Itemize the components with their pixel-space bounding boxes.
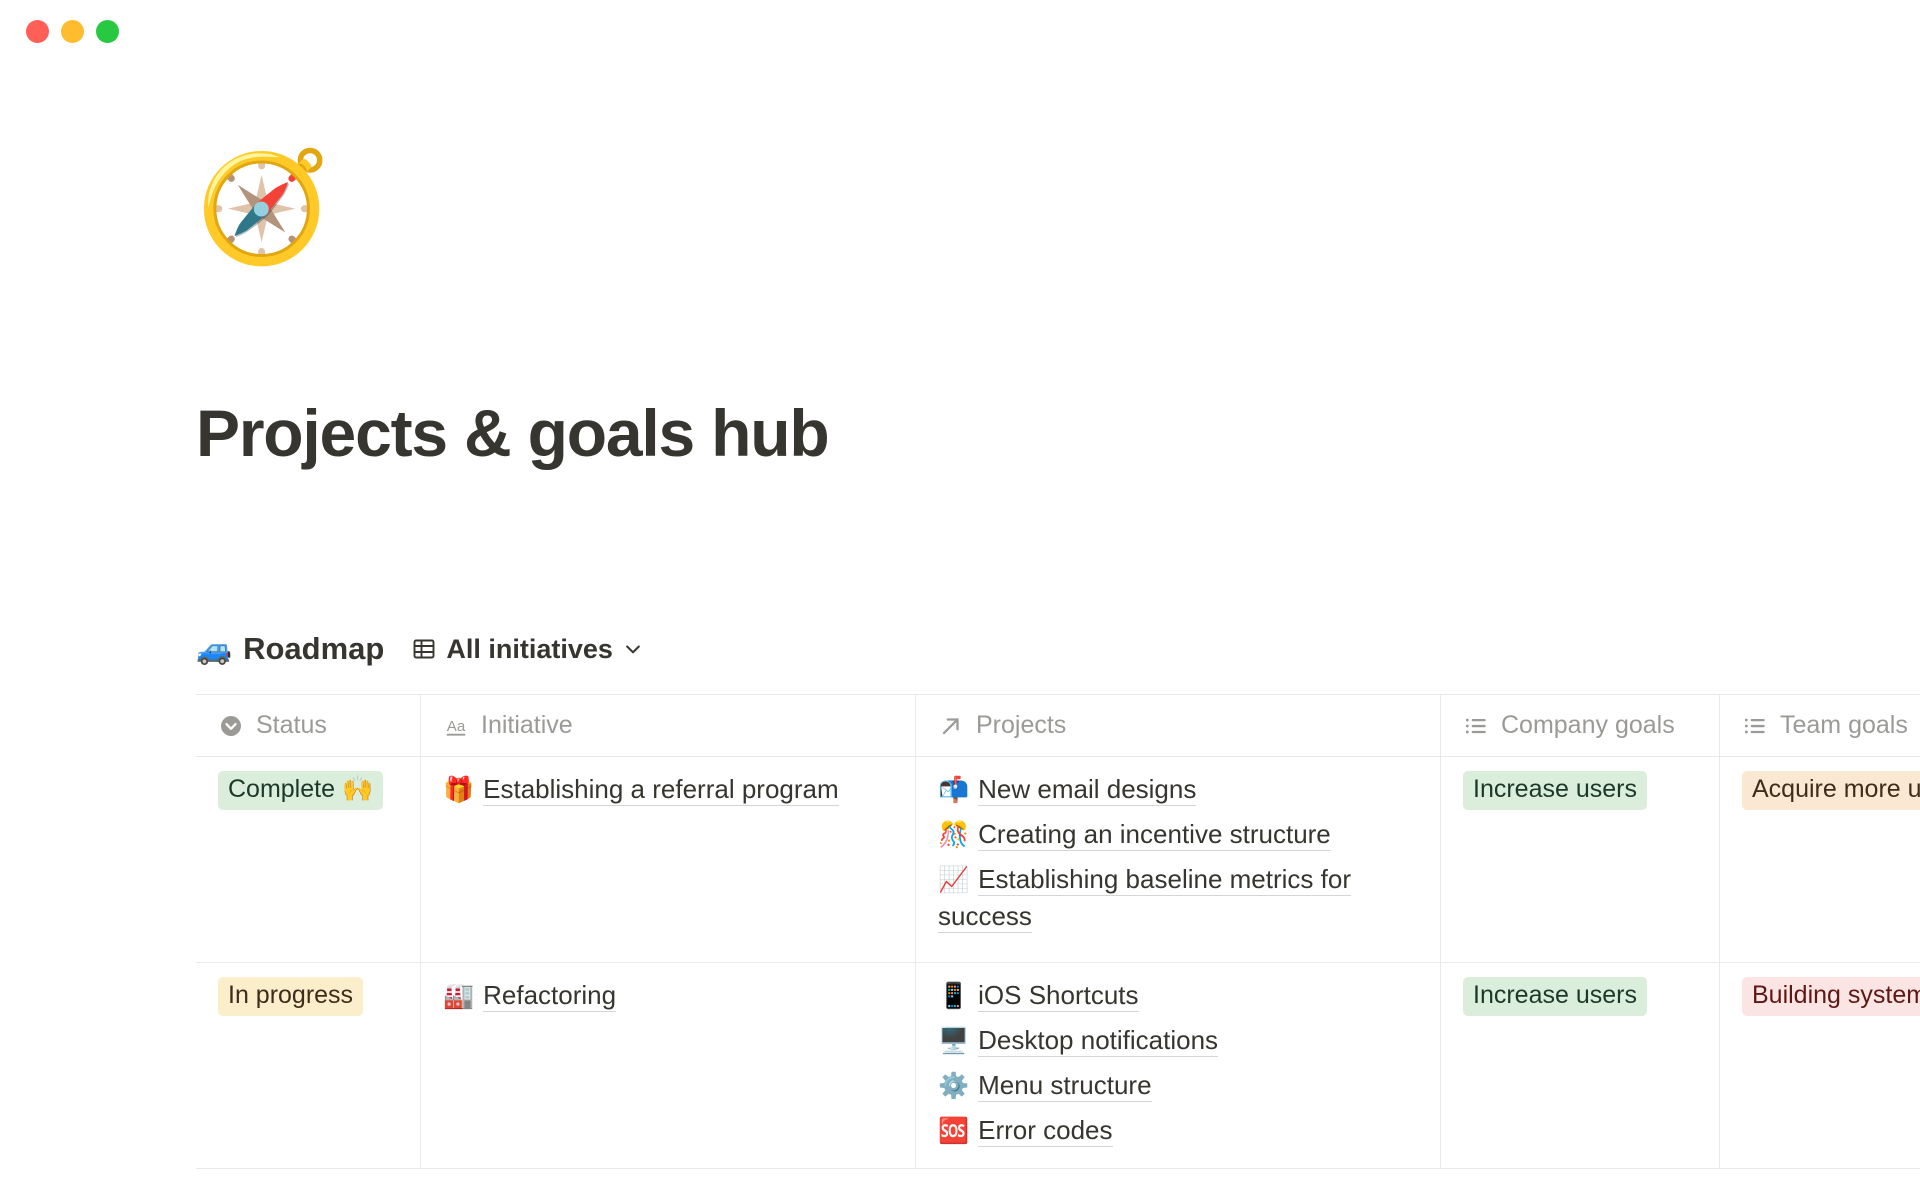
project-link[interactable]: 📬 New email designs — [938, 771, 1420, 808]
cell-status[interactable]: Complete 🙌 — [196, 757, 421, 962]
cell-company-goals[interactable]: Increase users — [1441, 963, 1720, 1168]
project-label: Establishing baseline metrics for succes… — [938, 864, 1351, 933]
tab-label: All initiatives — [446, 634, 613, 665]
view-title[interactable]: 🚙 Roadmap — [196, 631, 384, 667]
initiative-link[interactable]: 🎁 Establishing a referral program — [443, 771, 895, 808]
table-row: Complete 🙌 🎁 Establishing a referral prog… — [196, 757, 1920, 963]
column-header-label: Initiative — [481, 711, 573, 740]
view-title-label: Roadmap — [243, 631, 384, 667]
cell-projects[interactable]: 📬 New email designs 🎊 Creating an incentiv… — [916, 757, 1441, 962]
column-header-initiative[interactable]: Aa Initiative — [421, 695, 916, 756]
sos-icon: 🆘 — [938, 1116, 969, 1145]
project-link[interactable]: 📈Establishing baseline metrics for succe… — [938, 861, 1420, 935]
column-header-label: Team goals — [1780, 711, 1908, 740]
company-goal-badge: Increase users — [1463, 977, 1647, 1016]
gift-icon: 🎁 — [443, 775, 474, 804]
cell-initiative[interactable]: 🏭 Refactoring — [421, 963, 916, 1168]
page-content: 🧭 Projects & goals hub 🚙 Roadmap All ini… — [0, 62, 1920, 1200]
factory-icon: 🏭 — [443, 981, 474, 1010]
column-header-projects[interactable]: Projects — [916, 695, 1441, 756]
status-icon — [218, 713, 244, 739]
cell-status[interactable]: In progress — [196, 963, 421, 1168]
project-label: Desktop notifications — [978, 1025, 1218, 1057]
mobile-phone-icon: 📱 — [938, 981, 969, 1010]
column-header-team-goals[interactable]: Team goals — [1720, 695, 1920, 756]
project-link[interactable]: 📱 iOS Shortcuts — [938, 977, 1420, 1014]
status-badge: Complete 🙌 — [218, 771, 383, 810]
column-header-label: Projects — [976, 711, 1066, 740]
chart-increasing-icon: 📈 — [938, 865, 969, 894]
gear-icon: ⚙️ — [938, 1071, 969, 1100]
project-link[interactable]: 🆘 Error codes — [938, 1112, 1420, 1149]
cell-company-goals[interactable]: Increase users — [1441, 757, 1720, 962]
initiative-link[interactable]: 🏭 Refactoring — [443, 977, 895, 1014]
project-label: Creating an incentive structure — [978, 819, 1331, 851]
list-icon — [1463, 713, 1489, 739]
table-header-row: Status Aa Initiative Projects — [196, 695, 1920, 757]
title-text-icon: Aa — [443, 713, 469, 739]
window-close-button[interactable] — [26, 20, 49, 43]
window-titlebar — [0, 0, 1920, 62]
car-icon: 🚙 — [196, 635, 232, 664]
database-table: Status Aa Initiative Projects — [196, 694, 1920, 1169]
initiative-label: Establishing a referral program — [483, 774, 839, 806]
chevron-down-icon — [623, 639, 643, 659]
list-icon — [1742, 713, 1768, 739]
project-link[interactable]: 🖥️ Desktop notifications — [938, 1022, 1420, 1059]
cell-team-goals[interactable]: Acquire more users — [1720, 757, 1920, 962]
cell-initiative[interactable]: 🎁 Establishing a referral program — [421, 757, 916, 962]
team-goal-badge: Building systems — [1742, 977, 1920, 1016]
window-minimize-button[interactable] — [61, 20, 84, 43]
window-maximize-button[interactable] — [96, 20, 119, 43]
desktop-computer-icon: 🖥️ — [938, 1026, 969, 1055]
team-goal-badge: Acquire more users — [1742, 771, 1920, 810]
project-label: Error codes — [978, 1115, 1112, 1147]
mailbox-icon: 📬 — [938, 775, 969, 804]
page-icon[interactable]: 🧭 — [196, 154, 330, 262]
table-row: In progress 🏭 Refactoring 📱 iOS Shortcuts … — [196, 963, 1920, 1169]
initiative-label: Refactoring — [483, 980, 616, 1012]
project-label: Menu structure — [978, 1070, 1151, 1102]
project-label: iOS Shortcuts — [978, 980, 1138, 1012]
cell-team-goals[interactable]: Building systems — [1720, 963, 1920, 1168]
tab-all-initiatives[interactable]: All initiatives — [412, 634, 643, 665]
column-header-company-goals[interactable]: Company goals — [1441, 695, 1720, 756]
table-icon — [412, 637, 436, 661]
project-label: New email designs — [978, 774, 1196, 806]
project-link[interactable]: 🎊 Creating an incentive structure — [938, 816, 1420, 853]
status-badge: In progress — [218, 977, 363, 1016]
page-title: Projects & goals hub — [196, 395, 828, 471]
column-header-label: Status — [256, 711, 327, 740]
company-goal-badge: Increase users — [1463, 771, 1647, 810]
column-header-label: Company goals — [1501, 711, 1675, 740]
relation-arrow-icon — [938, 713, 964, 739]
database-view-header: 🚙 Roadmap All initiatives — [196, 628, 643, 670]
confetti-icon: 🎊 — [938, 820, 969, 849]
project-link[interactable]: ⚙️ Menu structure — [938, 1067, 1420, 1104]
svg-text:Aa: Aa — [447, 717, 466, 734]
cell-projects[interactable]: 📱 iOS Shortcuts 🖥️ Desktop notifications ⚙… — [916, 963, 1441, 1168]
column-header-status[interactable]: Status — [196, 695, 421, 756]
